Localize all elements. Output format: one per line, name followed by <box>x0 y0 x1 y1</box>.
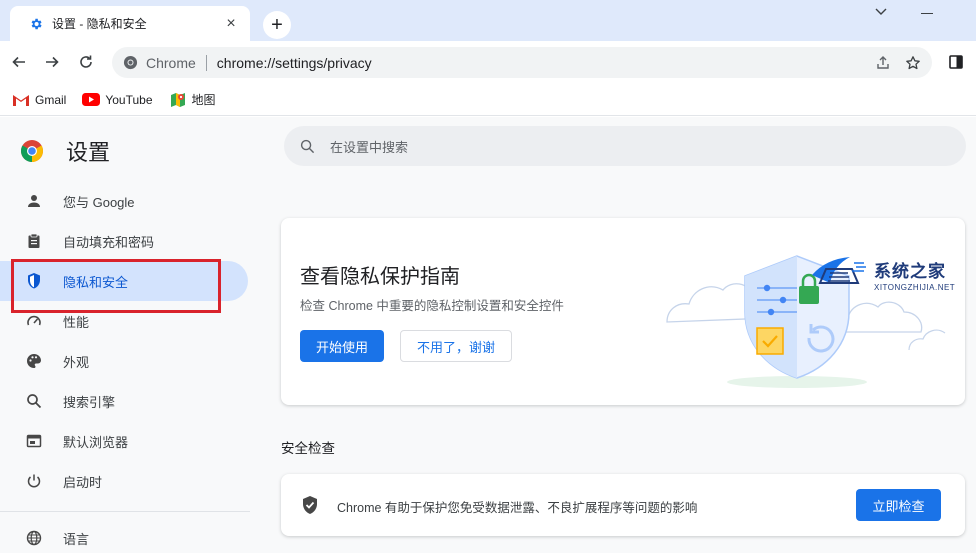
nav-label: 语言 <box>63 531 90 547</box>
share-icon[interactable] <box>872 52 894 74</box>
privacy-guide-title: 查看隐私保护指南 <box>300 266 460 288</box>
shield-check-icon <box>301 495 321 515</box>
nav-label: 搜索引擎 <box>63 394 116 410</box>
nav-item-you-and-google[interactable]: 您与 Google <box>0 181 248 221</box>
maps-icon <box>169 92 187 108</box>
nav-item-autofill[interactable]: 自动填充和密码 <box>0 221 248 261</box>
gear-icon <box>28 16 44 32</box>
search-input[interactable]: 在设置中搜索 <box>330 137 408 156</box>
reload-icon[interactable] <box>75 51 97 73</box>
nav-label: 隐私和安全 <box>63 274 129 290</box>
tab-title: 设置 - 隐私和安全 <box>52 17 147 31</box>
watermark-name: 系统之家 <box>874 261 946 281</box>
omnibox-separator <box>205 54 207 71</box>
power-icon <box>24 471 44 491</box>
bookmark-label: YouTube <box>105 92 153 107</box>
site-name: Chrome <box>146 54 196 71</box>
bookmark-label: Gmail <box>35 92 67 107</box>
bookmark-label: 地图 <box>191 93 216 107</box>
get-started-button[interactable]: 开始使用 <box>300 330 384 362</box>
nav-item-on-startup[interactable]: 启动时 <box>0 461 248 501</box>
settings-nav: 您与 Google 自动填充和密码 隐私和安全 性能 外观 搜索引擎 默认浏览器… <box>0 181 250 553</box>
bookmark-youtube[interactable]: YouTube <box>82 92 153 108</box>
shield-icon <box>24 271 44 291</box>
globe-icon <box>24 528 44 548</box>
palette-icon <box>24 351 44 371</box>
chevron-down-icon[interactable] <box>872 4 890 20</box>
person-icon <box>24 191 44 211</box>
safety-check-card: Chrome 有助于保护您免受数据泄露、不良扩展程序等问题的影响 立即检查 <box>281 474 965 536</box>
nav-label: 默认浏览器 <box>63 434 129 450</box>
bookmark-gmail[interactable]: Gmail <box>12 92 66 108</box>
star-icon[interactable] <box>902 52 924 74</box>
nav-label: 您与 Google <box>63 194 135 210</box>
bookmark-maps[interactable]: 地图 <box>169 91 216 108</box>
nav-item-languages[interactable]: 语言 <box>0 518 248 553</box>
check-now-button[interactable]: 立即检查 <box>856 489 941 521</box>
watermark-logo-icon <box>810 255 868 294</box>
youtube-icon <box>82 92 101 108</box>
nav-item-default-browser[interactable]: 默认浏览器 <box>0 421 248 461</box>
settings-header: 设置 <box>20 135 110 167</box>
toolbar: Chrome chrome://settings/privacy <box>0 41 976 84</box>
speedometer-icon <box>24 311 44 331</box>
url-text[interactable]: chrome://settings/privacy <box>217 55 872 71</box>
settings-search[interactable]: 在设置中搜索 <box>284 126 966 166</box>
browser-window-icon <box>24 431 44 451</box>
settings-page: 设置 在设置中搜索 您与 Google 自动填充和密码 隐私和安全 性能 外观 … <box>0 117 976 553</box>
privacy-guide-description: 检查 Chrome 中重要的隐私控制设置和安全控件 <box>300 299 564 313</box>
nav-label: 自动填充和密码 <box>63 234 155 250</box>
omnibox[interactable]: Chrome chrome://settings/privacy <box>112 47 932 78</box>
search-icon <box>24 391 44 411</box>
chrome-logo-icon <box>20 139 44 163</box>
tab-settings-privacy[interactable]: 设置 - 隐私和安全 × <box>10 6 250 41</box>
new-tab-button[interactable]: + <box>263 11 291 39</box>
nav-item-privacy-security[interactable]: 隐私和安全 <box>0 261 248 301</box>
bookmarks-bar: Gmail YouTube 地图 <box>0 84 976 116</box>
forward-arrow-icon[interactable] <box>41 51 63 73</box>
watermark-url: XITONGZHIJIA.NET <box>874 282 956 292</box>
back-arrow-icon[interactable] <box>8 51 30 73</box>
safety-check-description: Chrome 有助于保护您免受数据泄露、不良扩展程序等问题的影响 <box>337 501 698 515</box>
nav-label: 外观 <box>63 354 90 370</box>
privacy-guide-card: 查看隐私保护指南 检查 Chrome 中重要的隐私控制设置和安全控件 开始使用 … <box>281 218 965 405</box>
safety-check-heading: 安全检查 <box>281 441 335 456</box>
chrome-site-icon <box>122 55 138 71</box>
search-icon <box>300 138 316 154</box>
minimize-icon[interactable] <box>921 8 935 18</box>
nav-item-appearance[interactable]: 外观 <box>0 341 248 381</box>
nav-item-performance[interactable]: 性能 <box>0 301 248 341</box>
nav-divider <box>0 511 250 512</box>
tab-strip: 设置 - 隐私和安全 × + <box>0 0 976 41</box>
nav-label: 启动时 <box>63 474 103 490</box>
gmail-icon <box>12 92 30 108</box>
no-thanks-button[interactable]: 不用了，谢谢 <box>400 330 512 362</box>
nav-item-search-engine[interactable]: 搜索引擎 <box>0 381 248 421</box>
close-icon[interactable]: × <box>222 15 240 33</box>
nav-label: 性能 <box>63 314 90 330</box>
page-title: 设置 <box>66 140 111 165</box>
site-watermark: 系统之家 XITONGZHIJIA.NET <box>810 254 976 294</box>
clipboard-icon <box>24 231 44 251</box>
side-panel-icon[interactable] <box>945 51 967 73</box>
